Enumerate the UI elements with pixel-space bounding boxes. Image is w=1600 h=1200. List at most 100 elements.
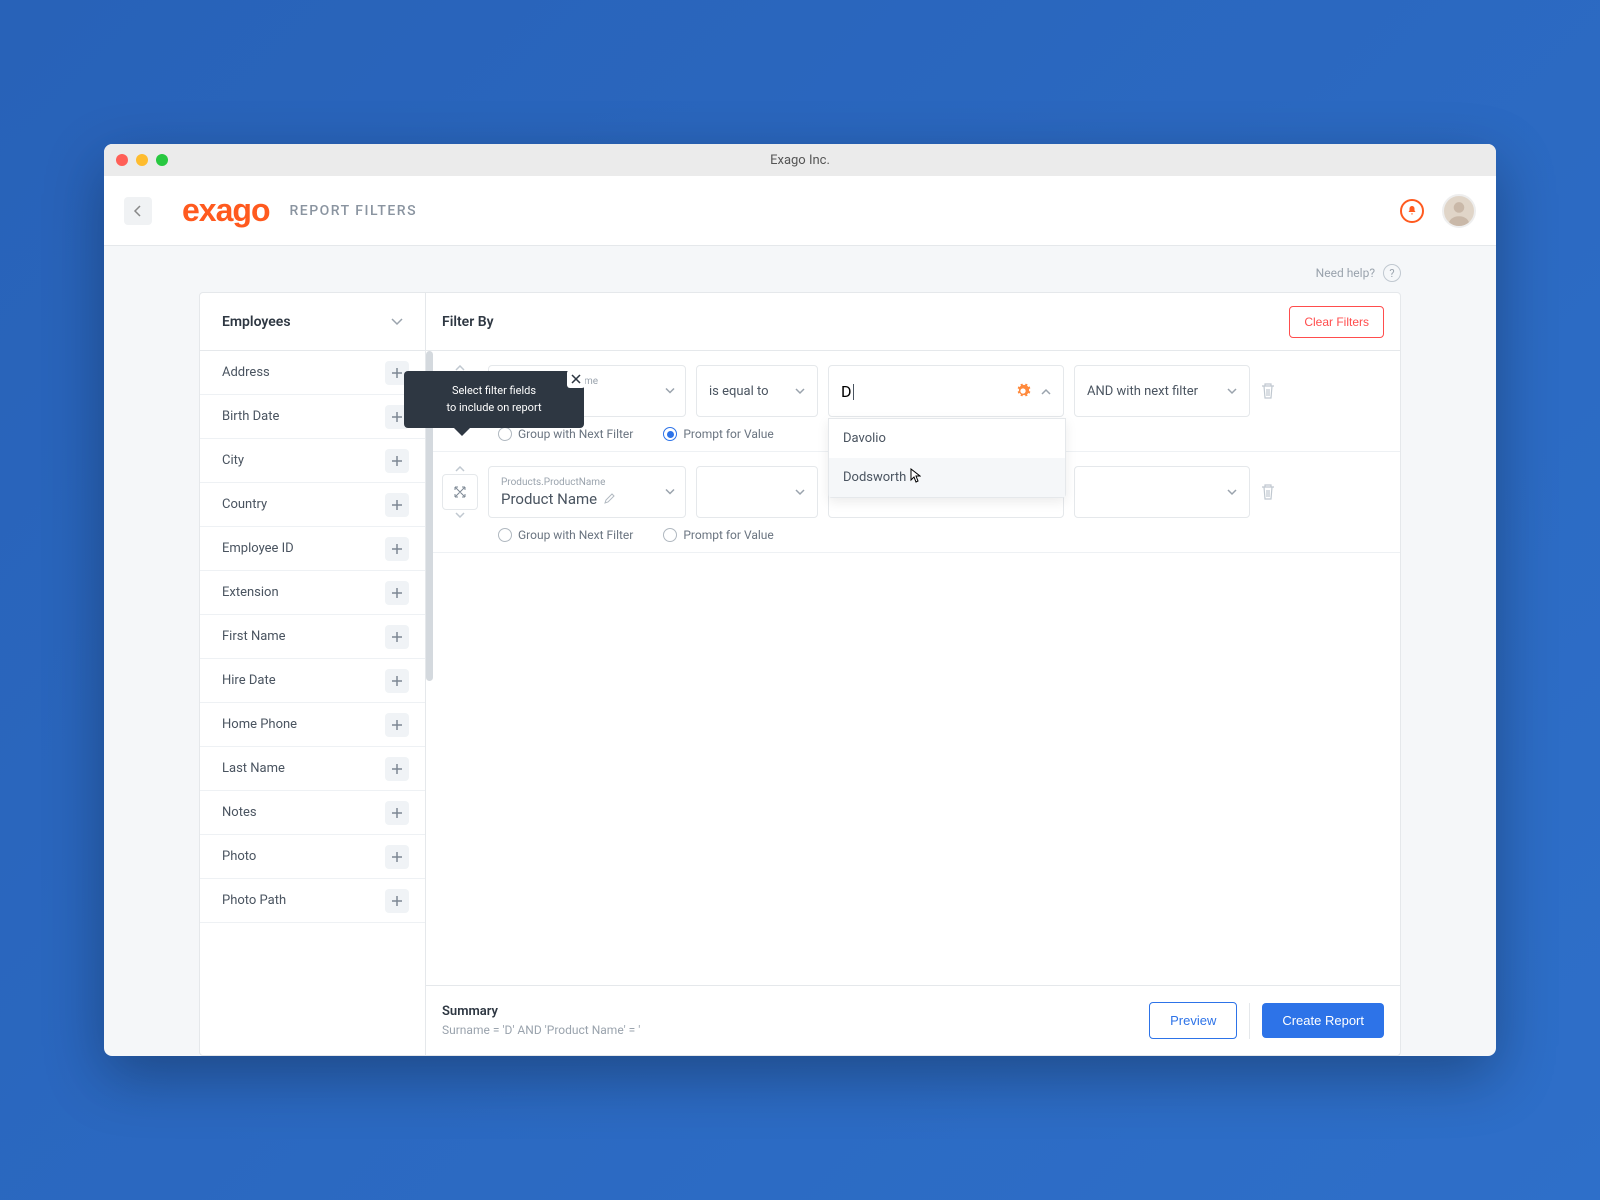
arrows-icon xyxy=(452,484,468,500)
add-field-button[interactable] xyxy=(385,669,409,693)
category-label: Employees xyxy=(222,314,291,330)
onboarding-tooltip: Select filter fields to include on repor… xyxy=(404,371,584,428)
chevron-down-icon xyxy=(665,489,675,496)
add-field-button[interactable] xyxy=(385,449,409,473)
preview-button[interactable]: Preview xyxy=(1149,1002,1237,1039)
value-suggestions: Davolio Dodsworth xyxy=(828,418,1066,498)
add-field-button[interactable] xyxy=(385,801,409,825)
add-field-button[interactable] xyxy=(385,713,409,737)
suggestion-item[interactable]: Davolio xyxy=(829,419,1065,458)
tooltip-close-button[interactable] xyxy=(567,370,585,388)
avatar[interactable] xyxy=(1442,194,1476,228)
add-field-button[interactable] xyxy=(385,625,409,649)
plus-icon xyxy=(391,455,403,467)
drag-handle[interactable] xyxy=(442,474,478,510)
logic-select[interactable] xyxy=(1074,466,1250,518)
add-field-button[interactable] xyxy=(385,537,409,561)
field-select[interactable]: Products.ProductName Product Name xyxy=(488,466,686,518)
suggestion-item[interactable]: Dodsworth xyxy=(829,458,1065,497)
radio-icon xyxy=(498,528,512,542)
prompt-for-value-radio[interactable]: Prompt for Value xyxy=(663,528,773,542)
clear-filters-button[interactable]: Clear Filters xyxy=(1289,306,1384,338)
plus-icon xyxy=(391,895,403,907)
logic-label: AND with next filter xyxy=(1087,384,1198,399)
plus-icon xyxy=(391,851,403,863)
field-row: Hire Date xyxy=(200,659,425,703)
value-select[interactable]: D Davolio Dodsworth xyxy=(828,365,1064,417)
builder-footer: Summary Surname = 'D' AND 'Product Name'… xyxy=(426,985,1400,1055)
tooltip-line2: to include on report xyxy=(420,400,568,417)
chevron-down-icon xyxy=(795,489,805,496)
summary-text: Surname = 'D' AND 'Product Name' = ' xyxy=(442,1023,640,1037)
chevron-left-icon xyxy=(133,205,143,217)
avatar-image xyxy=(1444,194,1474,228)
field-label: Extension xyxy=(222,585,279,600)
prompt-for-value-radio[interactable]: Prompt for Value xyxy=(663,427,773,441)
field-label: Home Phone xyxy=(222,717,297,732)
trash-icon xyxy=(1260,483,1276,501)
add-field-button[interactable] xyxy=(385,757,409,781)
filter-rows: Employees.LastName Surname is equal to D… xyxy=(426,351,1400,985)
app-window: Exago Inc. exago REPORT FILTERS Select f… xyxy=(104,144,1496,1056)
chevron-down-icon xyxy=(391,318,403,326)
radio-icon xyxy=(498,427,512,441)
add-field-button[interactable] xyxy=(385,581,409,605)
chevron-down-icon xyxy=(665,388,675,395)
radio-label: Prompt for Value xyxy=(683,528,773,542)
field-label: Address xyxy=(222,365,270,380)
operator-select[interactable] xyxy=(696,466,818,518)
content-area: Select filter fields to include on repor… xyxy=(104,246,1496,1056)
radio-label: Group with Next Filter xyxy=(518,427,633,441)
reorder-handle[interactable] xyxy=(442,466,478,518)
plus-icon xyxy=(391,807,403,819)
trash-icon xyxy=(1260,382,1276,400)
field-row: Employee ID xyxy=(200,527,425,571)
field-label: Birth Date xyxy=(222,409,279,424)
field-alias: Product Name xyxy=(501,490,615,508)
chevron-down-icon xyxy=(1227,388,1237,395)
chevron-icon xyxy=(1041,388,1051,395)
field-row: Address xyxy=(200,351,425,395)
window-zoom-button[interactable] xyxy=(156,154,168,166)
chevron-down-icon xyxy=(1227,489,1237,496)
delete-filter-button[interactable] xyxy=(1260,382,1276,400)
window-close-button[interactable] xyxy=(116,154,128,166)
app-header: exago REPORT FILTERS xyxy=(104,176,1496,246)
operator-label: is equal to xyxy=(709,384,769,399)
add-field-button[interactable] xyxy=(385,889,409,913)
group-with-next-radio[interactable]: Group with Next Filter xyxy=(498,528,633,542)
filter-header: Filter By Clear Filters xyxy=(426,293,1400,351)
close-icon xyxy=(571,374,581,384)
chevron-down-icon xyxy=(455,512,465,518)
create-report-button[interactable]: Create Report xyxy=(1262,1003,1384,1038)
category-select[interactable]: Employees xyxy=(200,293,425,351)
operator-select[interactable]: is equal to xyxy=(696,365,818,417)
help-row: Need help? ? xyxy=(199,246,1401,292)
field-list: Address Birth Date City Country Employee… xyxy=(200,351,425,1055)
logic-select[interactable]: AND with next filter xyxy=(1074,365,1250,417)
window-minimize-button[interactable] xyxy=(136,154,148,166)
field-sidebar: Employees Address Birth Date City Countr… xyxy=(200,293,426,1055)
field-row: Country xyxy=(200,483,425,527)
radio-icon xyxy=(663,528,677,542)
back-button[interactable] xyxy=(124,197,152,225)
tooltip-line1: Select filter fields xyxy=(420,383,568,400)
window-title: Exago Inc. xyxy=(770,153,830,168)
edit-icon[interactable] xyxy=(603,493,615,505)
delete-filter-button[interactable] xyxy=(1260,483,1276,501)
add-field-button[interactable] xyxy=(385,493,409,517)
help-button[interactable]: ? xyxy=(1383,264,1401,282)
titlebar: Exago Inc. xyxy=(104,144,1496,176)
plus-icon xyxy=(391,411,403,423)
radio-label: Group with Next Filter xyxy=(518,528,633,542)
summary-title: Summary xyxy=(442,1004,640,1019)
report-builder: Employees Address Birth Date City Countr… xyxy=(199,292,1401,1056)
plus-icon xyxy=(391,543,403,555)
cursor-icon xyxy=(907,468,921,484)
add-field-button[interactable] xyxy=(385,845,409,869)
field-label: Last Name xyxy=(222,761,285,776)
notifications-button[interactable] xyxy=(1400,199,1424,223)
gear-icon[interactable] xyxy=(1015,383,1031,399)
group-with-next-radio[interactable]: Group with Next Filter xyxy=(498,427,633,441)
plus-icon xyxy=(391,719,403,731)
